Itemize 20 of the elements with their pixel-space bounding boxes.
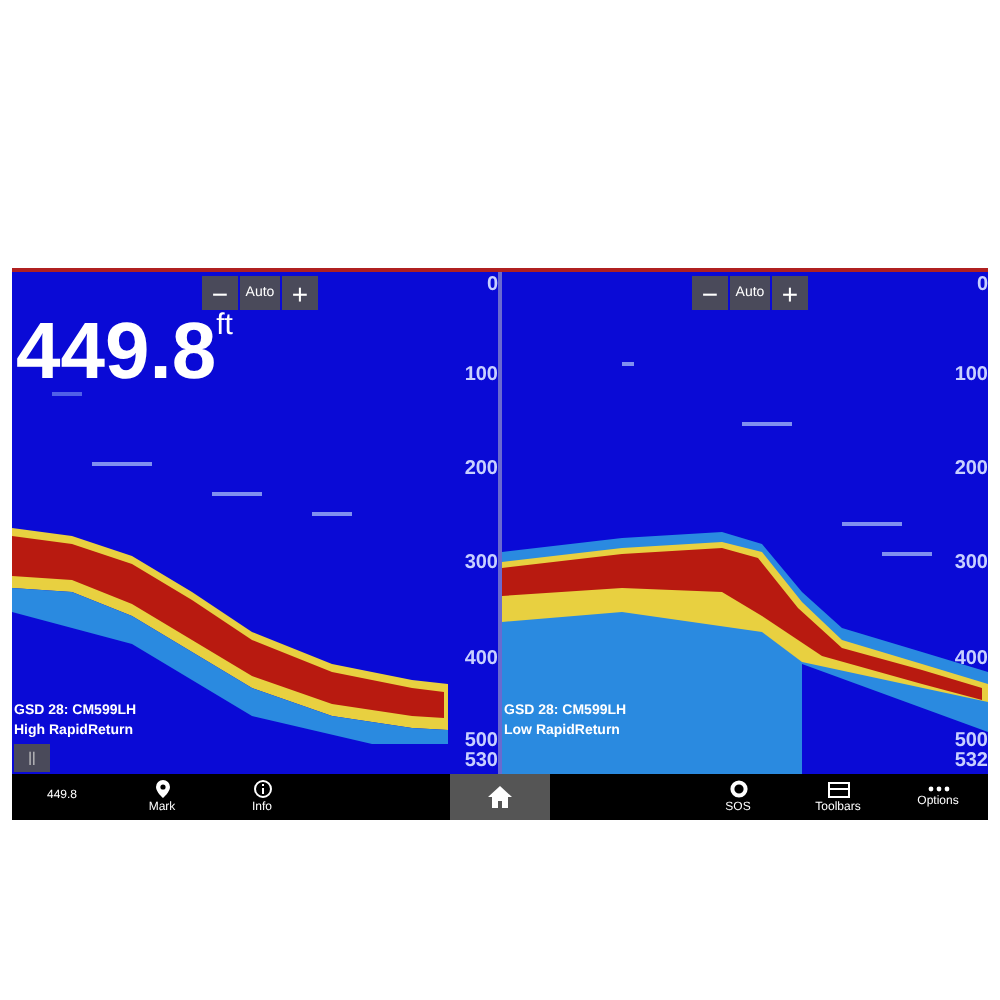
depth-scale-label: 0 xyxy=(976,276,988,296)
depth-scale-label: 400 xyxy=(464,650,498,670)
depth-scale-label: 300 xyxy=(954,554,988,574)
depth-scale-label: 200 xyxy=(954,460,988,480)
depth-scale-label: 530 xyxy=(464,752,498,772)
zoom-out-button[interactable]: − xyxy=(202,276,238,310)
depth-scale-label: 400 xyxy=(954,650,988,670)
zoom-out-button[interactable]: − xyxy=(692,276,728,310)
depth-unit: ft xyxy=(216,312,233,339)
depth-scale-label: 100 xyxy=(954,366,988,386)
depth-scale-label: 300 xyxy=(464,554,498,574)
depth-scale-label: 500 xyxy=(954,732,988,752)
depth-scale-label: 500 xyxy=(464,732,498,752)
depth-reading: 449.8 xyxy=(16,312,217,392)
zoom-in-button[interactable]: + xyxy=(772,276,808,310)
depth-scale-label: 200 xyxy=(464,460,498,480)
depth-scale-label: 100 xyxy=(464,366,498,386)
zoom-in-button[interactable]: + xyxy=(282,276,318,310)
depth-scale-label: 532 xyxy=(954,752,988,772)
depth-scale-label: 0 xyxy=(486,276,498,296)
